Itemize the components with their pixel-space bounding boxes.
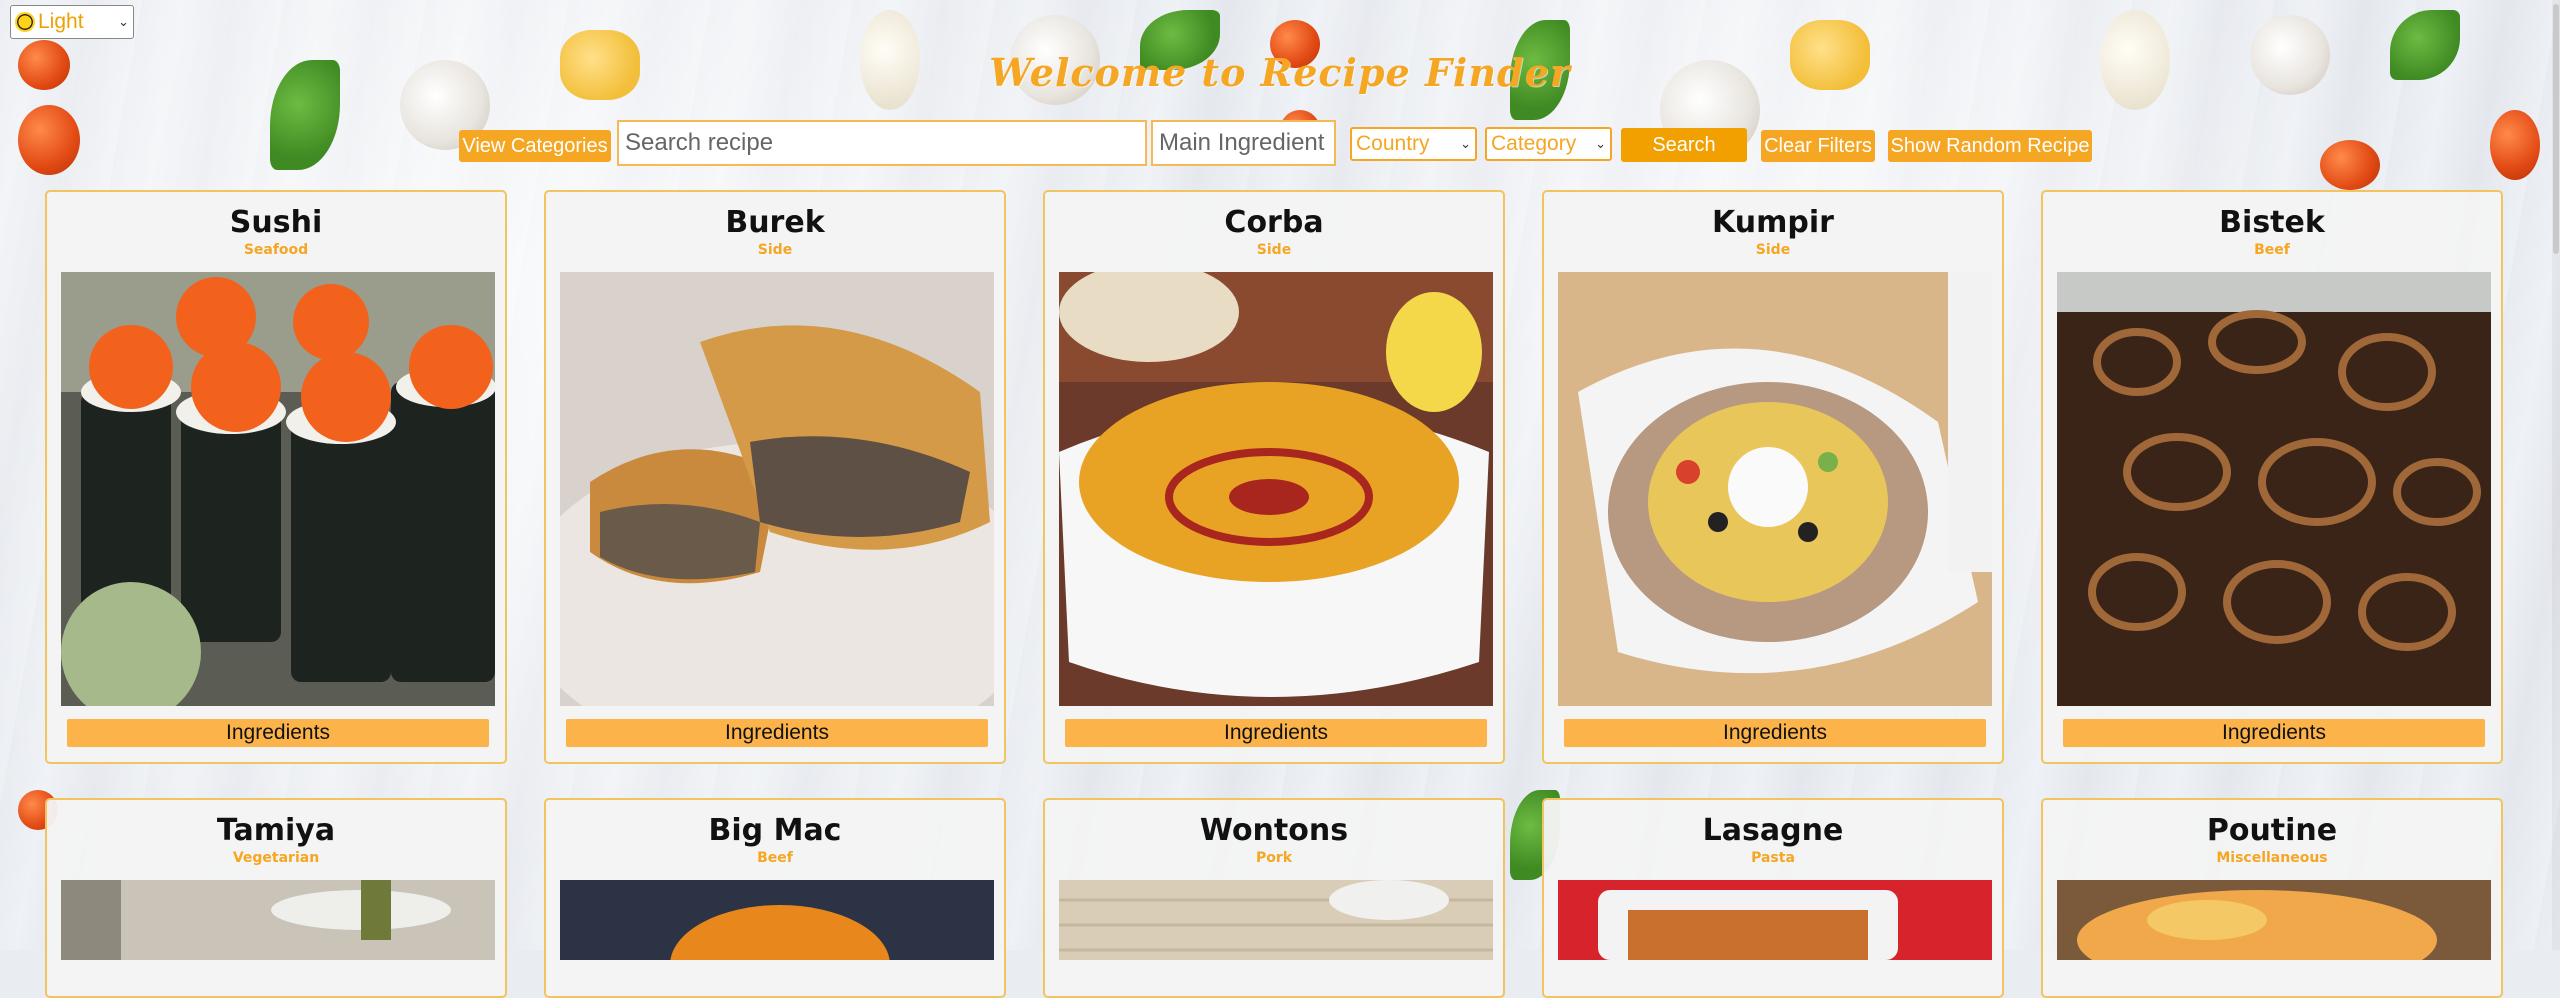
recipe-name: Poutine <box>2206 813 2338 848</box>
clear-filters-button[interactable]: Clear Filters <box>1761 130 1875 162</box>
recipe-category: Pasta <box>1751 850 1795 866</box>
recipe-category: Pork <box>1255 850 1293 866</box>
recipe-category: Side <box>1755 242 1791 258</box>
recipe-name: Bistek <box>2219 205 2325 240</box>
recipe-card: Sushi Seafood Ingredients <box>45 190 507 764</box>
recipe-name: Kumpir <box>1712 205 1834 240</box>
recipe-category: Vegetarian <box>232 850 320 866</box>
page-title: Welcome to Recipe Finder <box>989 50 1571 95</box>
recipe-photo[interactable] <box>1059 880 1493 960</box>
recipe-name: Wontons <box>1199 813 1349 848</box>
recipe-category: Beef <box>2254 242 2290 258</box>
recipe-name: Big Mac <box>708 813 842 848</box>
recipe-name: Burek <box>725 205 825 240</box>
recipe-card: Corba Side Ingredients <box>1043 190 1505 764</box>
recipe-photo[interactable] <box>61 272 495 706</box>
recipe-card: Kumpir Side Ingredients <box>1542 190 2004 764</box>
recipe-name: Tamiya <box>216 813 336 848</box>
theme-select-value: Light <box>38 10 84 33</box>
recipe-photo[interactable] <box>1059 272 1493 706</box>
ingredients-button[interactable]: Ingredients <box>2063 719 2485 747</box>
recipe-card: Lasagne Pasta <box>1542 798 2004 998</box>
recipe-photo[interactable] <box>61 880 495 960</box>
recipe-category: Miscellaneous <box>2216 850 2328 866</box>
random-recipe-button[interactable]: Show Random Recipe <box>1888 130 2092 162</box>
category-select-value: Category <box>1491 132 1577 155</box>
ingredients-button[interactable]: Ingredients <box>566 719 988 747</box>
scrollbar[interactable] <box>2552 0 2560 950</box>
recipe-category: Side <box>757 242 793 258</box>
ingredients-button[interactable]: Ingredients <box>1065 719 1487 747</box>
recipe-name: Lasagne <box>1702 813 1844 848</box>
recipe-card: Burek Side Ingredients <box>544 190 1006 764</box>
search-input[interactable]: Search recipe <box>617 120 1147 166</box>
chevron-down-icon: ⌄ <box>118 14 129 29</box>
country-select[interactable]: Country ⌄ <box>1350 127 1477 161</box>
category-select[interactable]: Category ⌄ <box>1485 127 1612 161</box>
recipe-card: Tamiya Vegetarian <box>45 798 507 998</box>
recipe-card: Big Mac Beef <box>544 798 1006 998</box>
chevron-down-icon: ⌄ <box>1595 136 1606 151</box>
recipe-photo[interactable] <box>1558 272 1992 706</box>
recipe-photo[interactable] <box>560 880 994 960</box>
recipe-photo[interactable] <box>2057 880 2491 960</box>
recipe-photo[interactable] <box>1558 880 1992 960</box>
recipe-category: Beef <box>757 850 793 866</box>
chevron-down-icon: ⌄ <box>1460 136 1471 151</box>
recipe-category: Seafood <box>243 242 309 258</box>
main-ingredient-input[interactable]: Main Ingredient <box>1151 120 1336 166</box>
scrollbar-thumb[interactable] <box>2553 4 2559 254</box>
view-categories-button[interactable]: View Categories <box>459 130 611 162</box>
theme-select[interactable]: Light ⌄ <box>10 5 134 39</box>
recipe-name: Corba <box>1224 205 1324 240</box>
sun-icon <box>15 12 35 32</box>
recipe-card: Wontons Pork <box>1043 798 1505 998</box>
recipe-photo[interactable] <box>560 272 994 706</box>
toolbar: View Categories Search recipe Main Ingre… <box>0 120 2560 166</box>
country-select-value: Country <box>1356 132 1430 155</box>
ingredients-button[interactable]: Ingredients <box>67 719 489 747</box>
recipe-card: Bistek Beef Ingredients <box>2041 190 2503 764</box>
recipe-card: Poutine Miscellaneous <box>2041 798 2503 998</box>
recipe-name: Sushi <box>229 205 323 240</box>
recipe-photo[interactable] <box>2057 272 2491 706</box>
search-button[interactable]: Search <box>1621 128 1747 162</box>
ingredients-button[interactable]: Ingredients <box>1564 719 1986 747</box>
recipe-category: Side <box>1256 242 1292 258</box>
